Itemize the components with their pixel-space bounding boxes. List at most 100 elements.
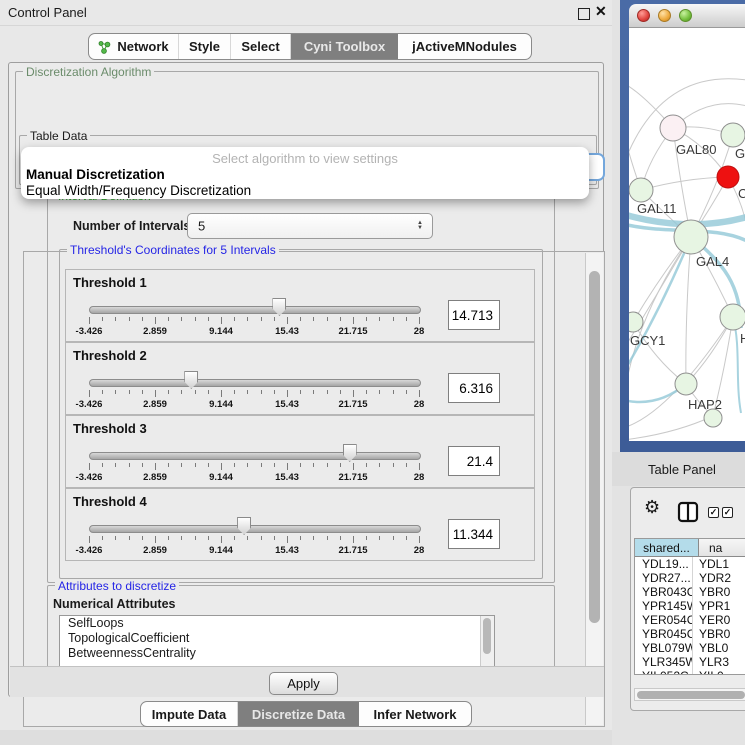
cell[interactable]: YLR345W [635, 655, 693, 669]
threshold-3-slider-thumb[interactable] [343, 444, 357, 462]
slider-tick [393, 463, 394, 467]
cell[interactable]: YBL0 [693, 641, 745, 655]
attributes-scrollbar[interactable] [480, 616, 494, 666]
cell[interactable]: YDR27... [635, 571, 693, 585]
cell[interactable]: YBR0 [693, 585, 745, 599]
columns-icon[interactable] [677, 501, 699, 528]
tab-jactivemnodules[interactable]: jActiveMNodules [398, 34, 531, 59]
threshold-2-value-field[interactable]: 6.316 [448, 373, 500, 403]
combo-stepper-icon: ▲▼ [417, 221, 423, 231]
attributes-scrollbar-thumb[interactable] [483, 618, 491, 654]
node-gal80[interactable] [660, 115, 686, 141]
minimize-traffic-light-icon[interactable] [658, 9, 671, 22]
table-row[interactable]: YDR27...YDR2 [635, 571, 745, 585]
tab-cyni-toolbox[interactable]: Cyni Toolbox [291, 34, 398, 59]
cell[interactable]: YDR2 [693, 571, 745, 585]
checkbox-icon[interactable]: ✓ [722, 507, 733, 518]
control-panel-titlebar[interactable]: Control Panel ✕ [0, 0, 612, 26]
cell[interactable]: YLR3 [693, 655, 745, 669]
slider-tick [221, 536, 222, 543]
cell[interactable]: YDL1 [693, 557, 745, 571]
table-row[interactable]: YIL052CYIL0 [635, 669, 745, 675]
node-gcy1[interactable] [629, 312, 643, 332]
slider-tick [234, 463, 235, 467]
close-traffic-light-icon[interactable] [637, 9, 650, 22]
slider-tick [274, 390, 275, 394]
node-hap2[interactable] [675, 373, 697, 395]
column-header-name[interactable]: na [699, 539, 745, 556]
checkbox-icon[interactable]: ✓ [708, 507, 719, 518]
vertical-scrollbar[interactable] [585, 253, 603, 725]
table-row[interactable]: YBL079WYBL0 [635, 641, 745, 655]
table-row[interactable]: YPR145WYPR1 [635, 599, 745, 613]
slider-tick [129, 317, 130, 321]
float-window-icon[interactable] [578, 8, 590, 20]
column-header-shared-name[interactable]: shared... [635, 539, 699, 556]
threshold-1-panel: Threshold 1 -3.4262.8599.14415.4321.7152… [65, 269, 535, 342]
screen: Control Panel ✕ Network [0, 0, 745, 745]
threshold-1-slider-thumb[interactable] [272, 298, 286, 316]
slider-tick [195, 390, 196, 394]
numerical-attributes-list[interactable]: SelfLoops TopologicalCoefficient Between… [59, 615, 495, 667]
node-selected-red[interactable] [717, 166, 739, 188]
cell[interactable]: YBR045C [635, 627, 693, 641]
cell[interactable]: YPR145W [635, 599, 693, 613]
tab-infer-network[interactable]: Infer Network [359, 702, 471, 726]
cell[interactable]: YIL052C [635, 669, 693, 675]
tab-style[interactable]: Style [179, 34, 231, 59]
node-gal11[interactable] [629, 178, 653, 202]
table-row[interactable]: YDL19...YDL1 [635, 557, 745, 571]
algorithm-dropdown-popup: Select algorithm to view settings Manual… [21, 147, 589, 199]
cell[interactable]: YDL19... [635, 557, 693, 571]
cell[interactable]: YBR043C [635, 585, 693, 599]
number-of-intervals-combobox[interactable]: 5 ▲▼ [187, 213, 433, 239]
slider-tick [247, 536, 248, 540]
algorithm-option-equal-width[interactable]: Equal Width/Frequency Discretization [26, 183, 251, 198]
vertical-scrollbar-thumb[interactable] [589, 271, 600, 623]
cell[interactable]: YIL0 [693, 669, 745, 675]
cell[interactable]: YER0 [693, 613, 745, 627]
slider-tick [366, 317, 367, 321]
slider-tick [168, 317, 169, 321]
threshold-2-slider-thumb[interactable] [184, 371, 198, 389]
table-row[interactable]: YBR045CYBR0 [635, 627, 745, 641]
table-row[interactable]: YBR043CYBR0 [635, 585, 745, 599]
tab-impute-data[interactable]: Impute Data [141, 702, 238, 726]
threshold-1-value-field[interactable]: 14.713 [448, 300, 500, 330]
horizontal-scrollbar-thumb[interactable] [637, 691, 745, 699]
cell[interactable]: YER054C [635, 613, 693, 627]
close-icon[interactable]: ✕ [595, 3, 607, 20]
cell[interactable]: YBR0 [693, 627, 745, 641]
attribute-item[interactable]: TopologicalCoefficient [60, 631, 494, 646]
tab-discretize-data[interactable]: Discretize Data [238, 702, 359, 726]
apply-button[interactable]: Apply [269, 672, 338, 695]
table-row[interactable]: YER054CYER0 [635, 613, 745, 627]
cell[interactable]: YPR1 [693, 599, 745, 613]
threshold-3-value-field[interactable]: 21.4 [448, 446, 500, 476]
algorithm-option-manual[interactable]: Manual Discretization [26, 167, 165, 182]
attribute-item[interactable]: SelfLoops [60, 616, 494, 631]
node-ga[interactable] [721, 123, 745, 147]
attribute-item[interactable]: BetweennessCentrality [60, 646, 494, 661]
network-canvas[interactable]: GAL80 GA C GAL11 GAL4 GCY1 H HAP2 [629, 28, 745, 441]
cell[interactable]: YBL079W [635, 641, 693, 655]
threshold-4-title: Threshold 4 [73, 494, 147, 509]
threshold-4-slider-thumb[interactable] [237, 517, 251, 535]
node-gal4[interactable] [674, 220, 708, 254]
tab-network[interactable]: Network [89, 34, 179, 59]
slider-tick [142, 317, 143, 321]
slider-tick [221, 317, 222, 324]
node-h[interactable] [720, 304, 745, 330]
slider-tick-label: -3.426 [76, 545, 103, 556]
slider-tick [89, 463, 90, 470]
slider-tick [89, 390, 90, 397]
tab-select[interactable]: Select [231, 34, 291, 59]
network-window-titlebar[interactable] [629, 4, 745, 28]
horizontal-scrollbar[interactable] [634, 688, 745, 701]
table-panel: ⚙ ✓ ✓ shared... na YDL19...YDL1 YDR27...… [630, 487, 745, 711]
gear-icon[interactable]: ⚙ [644, 497, 660, 517]
threshold-4-value-field[interactable]: 11.344 [448, 519, 500, 549]
slider-tick [340, 390, 341, 394]
zoom-traffic-light-icon[interactable] [679, 9, 692, 22]
table-row[interactable]: YLR345WYLR3 [635, 655, 745, 669]
